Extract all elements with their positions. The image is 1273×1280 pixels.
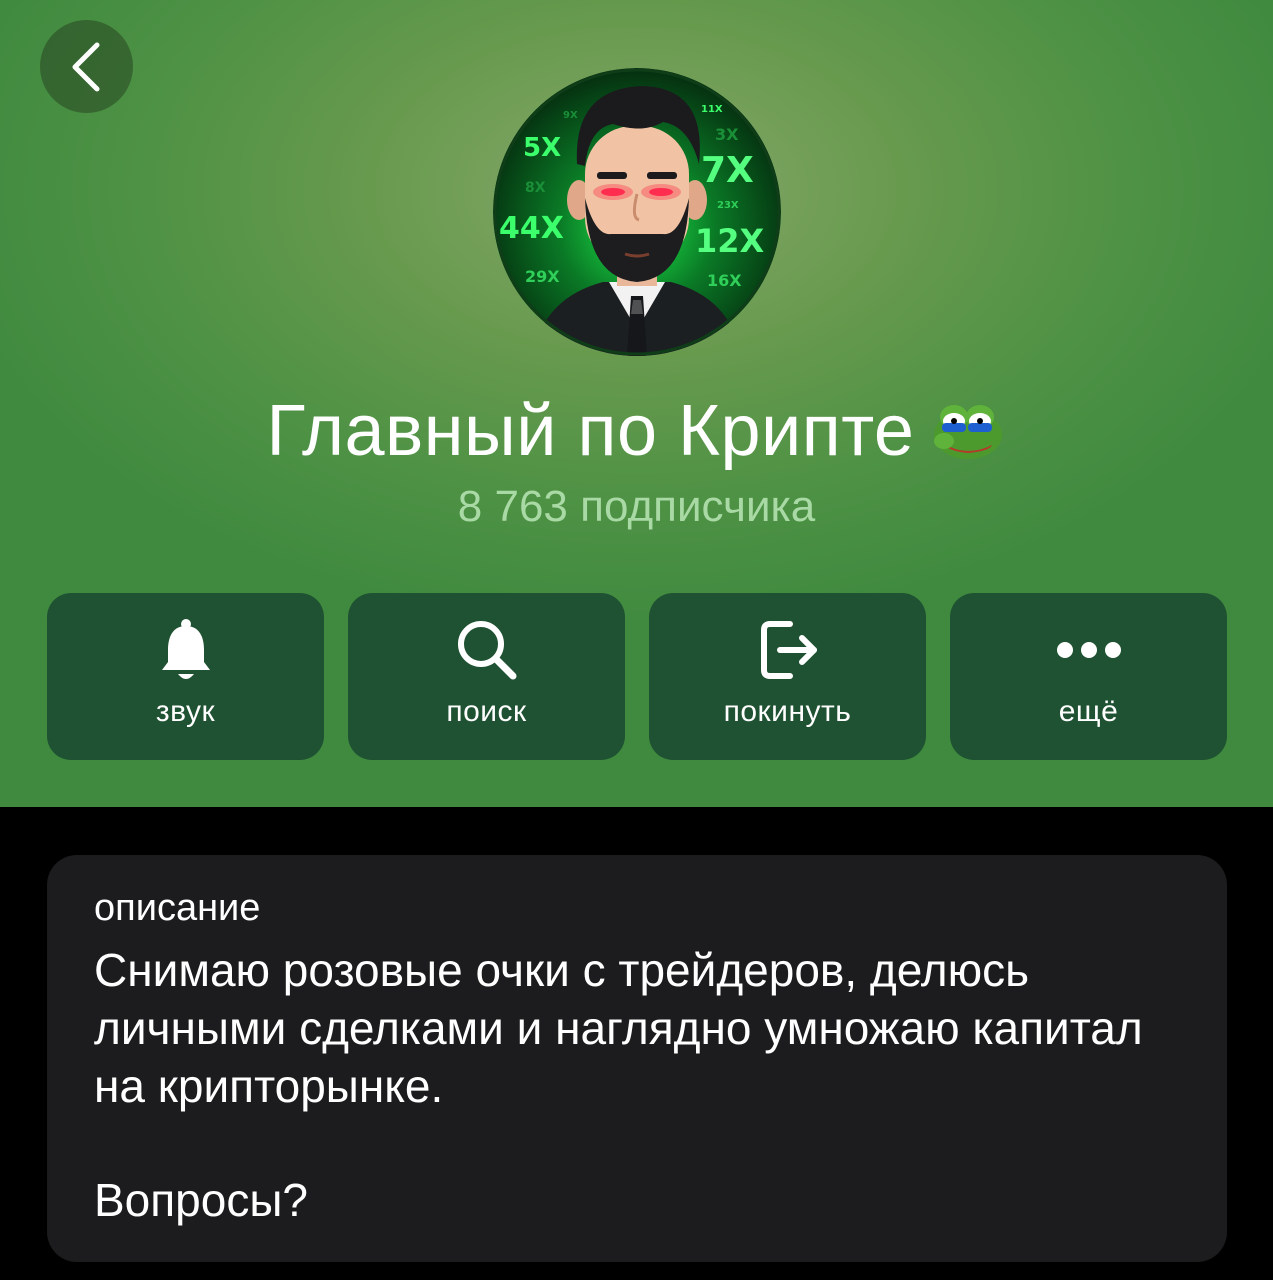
search-button-label: поиск <box>446 695 527 728</box>
avatar-multiplier: 44X <box>499 211 564 246</box>
avatar-multiplier: 9X <box>563 110 578 121</box>
more-button[interactable]: ещё <box>950 593 1227 760</box>
action-bar: звук поиск покинуть ещё <box>47 593 1227 760</box>
channel-title: Главный по Крипте <box>266 391 915 471</box>
avatar-multiplier: 16X <box>707 271 742 290</box>
avatar-multiplier: 7X <box>701 150 754 191</box>
avatar-multiplier: 8X <box>525 180 546 196</box>
channel-title-row: Главный по Крипте <box>0 386 1273 476</box>
avatar-multiplier: 11X <box>701 104 723 115</box>
channel-avatar[interactable]: 5X 8X 44X 29X 7X 3X 11X 23X 12X 16X 9X <box>493 68 781 356</box>
avatar-multiplier: 23X <box>717 200 739 211</box>
leave-button-label: покинуть <box>723 695 852 728</box>
description-label: описание <box>94 887 261 929</box>
frog-emoji-icon <box>934 405 1003 459</box>
bell-icon <box>161 619 210 679</box>
description-question: Вопросы? <box>94 1174 308 1226</box>
avatar-multiplier: 12X <box>695 222 765 260</box>
chevron-left-icon <box>72 42 99 91</box>
back-button[interactable] <box>40 20 133 113</box>
more-icon <box>1056 642 1121 658</box>
avatar-multiplier: 5X <box>523 133 561 163</box>
search-button[interactable]: поиск <box>348 593 625 760</box>
sound-button-label: звук <box>155 695 216 728</box>
sound-button[interactable]: звук <box>47 593 324 760</box>
search-icon <box>457 621 516 680</box>
subscriber-count: 8 763 подписчика <box>457 482 816 531</box>
avatar-multiplier: 29X <box>525 267 560 286</box>
description-text: Снимаю розовые очки с трейдеров, делюсь … <box>94 944 1143 1112</box>
more-button-label: ещё <box>1058 695 1119 728</box>
description-card: описание Снимаю розовые очки с трейдеров… <box>47 855 1227 1262</box>
leave-button[interactable]: покинуть <box>649 593 926 760</box>
avatar-image: 5X 8X 44X 29X 7X 3X 11X 23X 12X 16X 9X <box>493 68 781 356</box>
leave-icon <box>760 621 817 679</box>
avatar-multiplier: 3X <box>715 125 739 144</box>
channel-header: 5X 8X 44X 29X 7X 3X 11X 23X 12X 16X 9X Г… <box>0 0 1273 807</box>
